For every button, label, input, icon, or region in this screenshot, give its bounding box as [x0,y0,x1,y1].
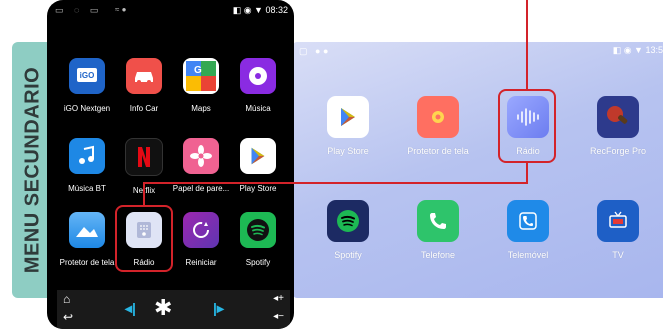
svg-text:iGO: iGO [80,71,95,80]
status-notification-icons: ▢ ● ● [299,46,329,56]
phone-app-info-car[interactable]: Info Car [114,58,174,113]
music-disc-icon [240,58,276,94]
phone-bottom-bar: ⌂ ↩ ◂| ✱ |▸ ◂+ ◂− [57,290,290,329]
play-store-icon [327,96,369,138]
spotify-icon [327,200,369,242]
app-label: Play Store [239,184,277,193]
app-label: Música [245,104,271,113]
svg-text:G: G [194,65,202,76]
side-label-text: MENU SECUNDARIO [21,66,44,274]
maps-icon: G [183,58,219,94]
tablet-radio-highlight [498,89,556,163]
app-label: Protetor de tela [59,258,115,267]
netflix-icon [125,138,163,176]
spotify-icon [240,212,276,248]
tablet-screen: ▢ ● ● ◧ ◉ ▼ 13:5 Play Store Protetor de … [293,42,663,298]
tablet-app-phone[interactable]: Telefone [393,200,483,260]
phone-app-igo[interactable]: iGO iGO Nextgen [57,58,117,113]
phone-status-bar: ▭ ◌ ▭ ≈ ● ◧ ◉ ▼ 08:32 [47,0,294,22]
tablet-app-recforge[interactable]: RecForge Pro [573,96,663,156]
phone-app-restart[interactable]: Reiniciar [171,212,231,267]
app-label: RecForge Pro [589,146,647,156]
connector-line-horizontal [143,182,528,184]
tablet-app-screensaver[interactable]: Protetor de tela [393,96,483,156]
app-label: Maps [191,104,211,113]
app-label: Telemóvel [507,250,549,260]
volume-minus-icon[interactable]: ◂− [273,311,284,322]
tablet-app-row-1: Play Store Protetor de tela Rádio RecFor… [293,96,663,176]
connector-line-left [143,182,145,205]
music-note-icon [69,138,105,174]
tablet-app-row-2: Spotify Telefone Telemóvel TV [293,200,663,280]
phone-icon [417,200,459,242]
app-label: Reiniciar [185,258,217,267]
phone-alt-icon [507,200,549,242]
phone-status-time: 08:32 [265,5,288,15]
tablet-app-tv[interactable]: TV [573,200,663,260]
app-label: Play Store [327,146,369,156]
igo-icon: iGO [69,58,105,94]
phone-radio-highlight [115,205,173,272]
connector-line-right [526,163,528,183]
play-store-icon [240,138,276,174]
flower-icon [183,138,219,174]
tv-icon [597,200,639,242]
volume-up-icon[interactable]: |▸ [213,300,224,317]
phone-app-music-bt[interactable]: Música BT [57,138,117,193]
phone-screen: ▭ ◌ ▭ ≈ ● ◧ ◉ ▼ 08:32 iGO iGO Nextgen In… [47,0,294,329]
car-icon [126,58,162,94]
bluetooth-icon[interactable]: ✱ [154,295,172,321]
phone-status-time-wrap: ◧ ◉ ▼ 08:32 [232,5,288,15]
tablet-app-mobile[interactable]: Telemóvel [483,200,573,260]
tablet-app-play-store[interactable]: Play Store [303,96,393,156]
microphone-icon [597,96,639,138]
app-label: Spotify [245,258,271,267]
restart-icon [183,212,219,248]
tablet-status-bar: ▢ ● ● ◧ ◉ ▼ 13:5 [293,42,663,60]
app-label: Protetor de tela [407,146,469,156]
back-icon[interactable]: ↩ [63,310,73,324]
app-label: Papel de pare... [172,184,230,193]
connector-line-top [526,0,528,89]
volume-plus-icon[interactable]: ◂+ [273,293,284,304]
app-label: Info Car [129,104,159,113]
lightbulb-icon [417,96,459,138]
app-label: iGO Nextgen [63,104,111,113]
phone-status-icons: ▭ ◌ ▭ [55,5,103,15]
phone-app-music[interactable]: Música [228,58,288,113]
tablet-status-time: 13:5 [645,45,663,55]
app-label: TV [612,250,624,260]
phone-app-wallpaper[interactable]: Papel de pare... [171,138,231,193]
phone-app-maps[interactable]: G Maps [171,58,231,113]
phone-app-play-store[interactable]: Play Store [228,138,288,193]
phone-status-mid-icons: ≈ ● [115,5,127,14]
tablet-status-time-wrap: ◧ ◉ ▼ 13:5 [612,45,663,55]
phone-app-spotify[interactable]: Spotify [228,212,288,267]
phone-app-screensaver[interactable]: Protetor de tela [57,212,117,267]
landscape-icon [69,212,105,248]
volume-down-icon[interactable]: ◂| [125,300,136,317]
app-label: Telefone [420,250,456,260]
app-label: Spotify [334,250,362,260]
app-label: Música BT [68,184,106,193]
tablet-app-spotify[interactable]: Spotify [303,200,393,260]
home-icon[interactable]: ⌂ [63,292,70,306]
